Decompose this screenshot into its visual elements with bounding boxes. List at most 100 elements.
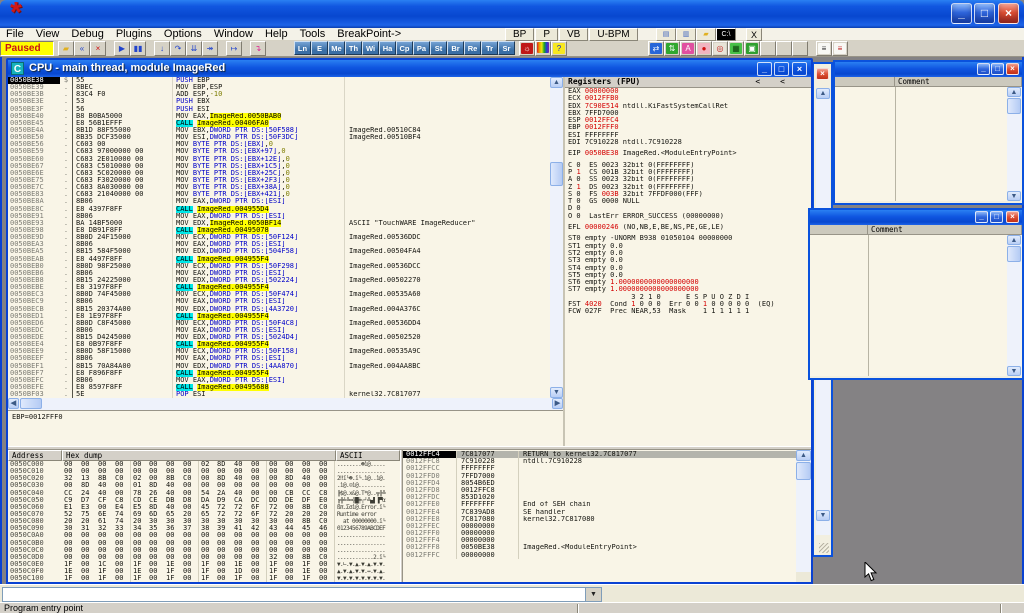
- scroll-left-icon[interactable]: ◀: [8, 398, 19, 409]
- disasm-row[interactable]: 0050BEBE.E8 3197F8FFCALL ImageRed.004955…: [8, 284, 550, 291]
- pane-button-tr[interactable]: Tr: [481, 41, 498, 55]
- cpu-titlebar[interactable]: C CPU - main thread, module ImageRed _ □…: [8, 60, 811, 77]
- register-line[interactable]: EFL 00000246 (NO,NB,E,BE,NS,PE,GE,LE): [565, 224, 811, 231]
- register-line[interactable]: ST1 empty 0.0: [565, 243, 811, 250]
- dump-row[interactable]: 0050C0B000000000000000000000000000000000…: [8, 540, 400, 547]
- close-button[interactable]: ×: [1006, 63, 1019, 75]
- disasm-row[interactable]: 0050BEF7.E8 F896F8FFCALL ImageRed.004955…: [8, 370, 550, 377]
- minimize-button[interactable]: _: [951, 3, 972, 24]
- close-button[interactable]: ×: [1006, 211, 1019, 223]
- edit-document-icon[interactable]: ▤: [656, 28, 676, 41]
- dump-row[interactable]: 0050C030008D4000018D40000000000000000000…: [8, 482, 400, 489]
- restart-icon[interactable]: «: [74, 41, 90, 56]
- cpu-minimize-button[interactable]: _: [757, 62, 772, 76]
- disasm-row[interactable]: 0050BE9D.8B0D 24F15000MOV ECX,DWORD PTR …: [8, 234, 550, 241]
- command-input[interactable]: [3, 588, 585, 601]
- stack-row[interactable]: 0012FFFC00000000: [403, 552, 796, 559]
- register-line[interactable]: C 0 ES 0023 32bit 0(FFFFFFFF): [565, 162, 811, 169]
- dump-row[interactable]: 0050C01000000000000000000000000000000000…: [8, 468, 400, 475]
- execute-till-return-icon[interactable]: ↦: [226, 41, 242, 56]
- pane-button-me[interactable]: Me: [328, 41, 345, 55]
- disasm-row[interactable]: 0050BE83.C683 21040000 00MOV BYTE PTR DS…: [8, 191, 550, 198]
- dump-row[interactable]: 0050C07052756E74696D65206572726F72202020…: [8, 511, 400, 518]
- help-icon[interactable]: ?: [551, 41, 567, 56]
- menu-item-breakpoint[interactable]: BreakPoint->: [331, 28, 407, 41]
- disassembly-vscrollbar[interactable]: ▲ ▼: [550, 77, 563, 398]
- register-line[interactable]: ESP 0012FFC4: [565, 117, 811, 124]
- disasm-row[interactable]: 0050BE7C.C683 8A030000 00MOV BYTE PTR DS…: [8, 184, 550, 191]
- disasm-row[interactable]: 0050BEE4.E8 0B97F8FFCALL ImageRed.004955…: [8, 341, 550, 348]
- scroll-up-icon[interactable]: ▲: [816, 88, 830, 99]
- pane-button-wi[interactable]: Wi: [362, 41, 379, 55]
- register-line[interactable]: ST4 empty 0.0: [565, 265, 811, 272]
- disasm-row[interactable]: 0050BE50.8B35 DCF35000MOV ESI,DWORD PTR …: [8, 134, 550, 141]
- register-line[interactable]: Z 1 DS 0023 32bit 0(FFFFFFFF): [565, 184, 811, 191]
- register-line[interactable]: EBP 0012FFF0: [565, 124, 811, 131]
- pane-button-sr[interactable]: Sr: [498, 41, 515, 55]
- disasm-row[interactable]: 0050BE4A.8B1D 88F55000MOV EBX,DWORD PTR …: [8, 127, 550, 134]
- scroll-thumb[interactable]: [1007, 98, 1021, 114]
- register-line[interactable]: EDX 7C90E514 ntdll.KiFastSystemCallRet: [565, 103, 811, 110]
- disassembly-hscrollbar[interactable]: ◀ ▶: [8, 398, 563, 410]
- disasm-row[interactable]: 0050BEFE.E8 8597F8FFCALL ImageRed.004956…: [8, 384, 550, 391]
- disasm-row[interactable]: 0050BEB0.8B0D 98F25000MOV ECX,DWORD PTR …: [8, 263, 550, 270]
- scroll-up-icon[interactable]: ▲: [1007, 235, 1021, 245]
- disasm-row[interactable]: 0050BE60.C683 2E010000 00MOV BYTE PTR DS…: [8, 156, 550, 163]
- scroll-thumb[interactable]: [796, 462, 811, 480]
- column-hexdump[interactable]: Hex dump: [62, 450, 336, 461]
- pane-button-th[interactable]: Th: [345, 41, 362, 55]
- registers-mode-arrows[interactable]: <<: [755, 77, 805, 87]
- register-line[interactable]: EBX 7FFD7000: [565, 110, 811, 117]
- disasm-row[interactable]: 0050BEF1.8B15 70A84A00MOV EDX,DWORD PTR …: [8, 363, 550, 370]
- scroll-up-icon[interactable]: ▲: [550, 77, 563, 88]
- register-line[interactable]: EIP 0050BE38 ImageRed.<ModuleEntryPoint>: [565, 150, 811, 157]
- column-blank[interactable]: [835, 77, 895, 86]
- menu-item-help[interactable]: Help: [259, 28, 294, 41]
- disasm-row[interactable]: 0050BE75.C683 F3020000 00MOV BYTE PTR DS…: [8, 177, 550, 184]
- document-icon[interactable]: ▥: [676, 28, 696, 41]
- maximize-button[interactable]: □: [990, 211, 1003, 223]
- run-icon[interactable]: ▶: [114, 41, 130, 56]
- disasm-row[interactable]: 0050BEDE.8B15 D4245000MOV EDX,DWORD PTR …: [8, 334, 550, 341]
- disasm-row[interactable]: 0050BEE9.8B0D 58F15000MOV ECX,DWORD PTR …: [8, 348, 550, 355]
- disasm-row[interactable]: 0050BEA3.8B06MOV EAX,DWORD PTR DS:[ESI]: [8, 241, 550, 248]
- log-list-icon[interactable]: ≡: [816, 41, 832, 56]
- close-icon[interactable]: ×: [816, 68, 829, 80]
- disasm-row[interactable]: 0050BEDC.8B06MOV EAX,DWORD PTR DS:[ESI]: [8, 327, 550, 334]
- disasm-row[interactable]: 0050BEB8.8B15 24225000MOV EDX,DWORD PTR …: [8, 277, 550, 284]
- disasm-row[interactable]: 0050BE3F.56PUSH ESI: [8, 106, 550, 113]
- close-button[interactable]: ×: [998, 3, 1019, 24]
- spiral-icon[interactable]: ◎: [712, 41, 728, 56]
- assemble-icon[interactable]: A: [680, 41, 696, 56]
- menu-item-options[interactable]: Options: [158, 28, 208, 41]
- cpu-maximize-button[interactable]: □: [774, 62, 789, 76]
- command-combobox[interactable]: ▼: [2, 587, 602, 602]
- register-line[interactable]: FST 4020 Cond 1 0 0 0 Err 0 0 1 0 0 0 0 …: [565, 301, 811, 308]
- disasm-row[interactable]: 0050BE3B.83C4 F0ADD ESP,-10: [8, 91, 550, 98]
- blank-button[interactable]: [760, 41, 776, 56]
- dump-row[interactable]: 0050C0F01E001F001E001F001F001D001F001E00…: [8, 568, 400, 575]
- disasm-row[interactable]: 0050BE59.C683 97000000 00MOV BYTE PTR DS…: [8, 148, 550, 155]
- menu-button-u-bpm[interactable]: U-BPM: [589, 28, 637, 41]
- blank-button[interactable]: [792, 41, 808, 56]
- scroll-up-icon[interactable]: ▲: [1007, 87, 1021, 97]
- pane-button-br[interactable]: Br: [447, 41, 464, 55]
- pause-icon[interactable]: ▮▮: [130, 41, 146, 56]
- dump-row[interactable]: 0050C050C9D7CFC8CDCEDBD8DAD9CADCDDDEDFE0…: [8, 497, 400, 504]
- disasm-row[interactable]: 0050BED6.8B0D C8F45000MOV ECX,DWORD PTR …: [8, 320, 550, 327]
- swap-arrows-icon[interactable]: ⇄: [648, 41, 664, 56]
- minimize-button[interactable]: _: [975, 211, 988, 223]
- disasm-row[interactable]: 0050BE8C.E8 4397F8FFCALL ImageRed.004955…: [8, 206, 550, 213]
- menu-item-tools[interactable]: Tools: [294, 28, 332, 41]
- register-line[interactable]: EAX 00000000: [565, 88, 811, 95]
- disasm-row[interactable]: 0050BEA5.8B15 584F5000MOV EDX,DWORD PTR …: [8, 248, 550, 255]
- disasm-row[interactable]: 0050BEAB.E8 4497F8FFCALL ImageRed.004955…: [8, 256, 550, 263]
- disasm-row[interactable]: 0050BEEF.8B06MOV EAX,DWORD PTR DS:[ESI]: [8, 355, 550, 362]
- disasm-row[interactable]: 0050BE40.B8 B0BA5000MOV EAX,ImageRed.005…: [8, 113, 550, 120]
- menu-button-vb[interactable]: VB: [559, 28, 588, 41]
- resize-grip[interactable]: [819, 543, 829, 553]
- disasm-row[interactable]: 0050BE56.C603 00MOV BYTE PTR DS:[EBX],0: [8, 141, 550, 148]
- disasm-row[interactable]: 0050BED1.E8 1E97F8FFCALL ImageRed.004955…: [8, 313, 550, 320]
- appearance-icon[interactable]: [535, 41, 551, 56]
- dump-row[interactable]: 0050C0C000000000000000000000000000000000…: [8, 547, 400, 554]
